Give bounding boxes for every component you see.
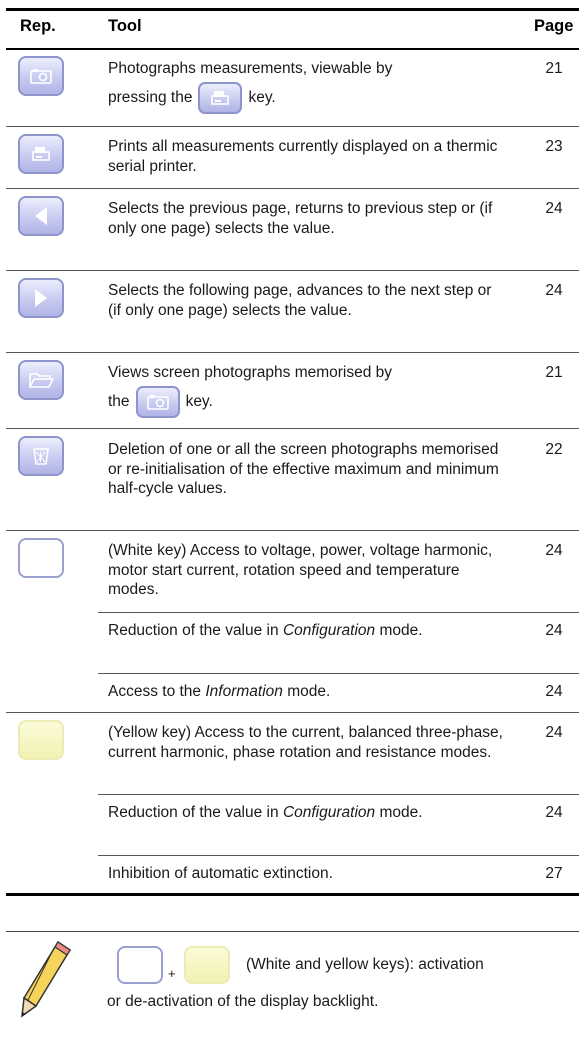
row-2-desc: Prints all measurements currently displa…	[108, 138, 498, 175]
row-separator	[6, 428, 579, 429]
note-top-rule	[6, 931, 579, 932]
row-3-desc: Selects the previous page, returns to pr…	[108, 200, 493, 237]
row-9-text-em: Information	[205, 683, 283, 700]
folder-key-icon	[18, 360, 64, 400]
row-8-page: 24	[545, 622, 563, 639]
trash-key-icon	[18, 436, 64, 476]
row-8-desc: Reduction of the value in Configuration …	[108, 621, 508, 641]
row-separator	[6, 352, 579, 353]
table-bottom-rule	[6, 893, 579, 896]
table-top-rule	[6, 8, 579, 11]
row-separator	[98, 855, 579, 856]
row-separator	[6, 188, 579, 189]
row-separator	[98, 673, 579, 674]
row-11-text-post: mode.	[379, 804, 423, 821]
row-6-desc: Deletion of one or all the screen photog…	[108, 441, 499, 497]
row-9-text-post: mode.	[287, 683, 331, 700]
row-12-desc: Inhibition of automatic extinction.	[108, 865, 333, 882]
row-separator	[6, 126, 579, 127]
table-header-rule	[6, 48, 579, 50]
row-9-text-pre: Access to the	[108, 683, 202, 700]
row-5-desc: Views screen photographs memorised by th…	[108, 363, 508, 418]
header-page: Page	[534, 17, 574, 35]
row-8-text-em: Configuration	[282, 622, 376, 639]
row-1-line1: Photographs measurements, viewable by	[108, 60, 393, 77]
printer-key-icon	[198, 81, 243, 114]
note-line1: (White and yellow keys): activation	[246, 956, 484, 973]
camera-key-icon	[135, 385, 180, 418]
row-separator	[6, 712, 579, 713]
row-10-desc: (Yellow key) Access to the current, bala…	[108, 724, 503, 761]
pencil-icon	[18, 940, 72, 1023]
row-separator	[98, 612, 579, 613]
row-8-text-post: mode.	[379, 622, 423, 639]
row-11-page: 24	[545, 804, 563, 821]
row-7-desc: (White key) Access to voltage, power, vo…	[108, 542, 493, 598]
row-10-page: 24	[545, 724, 563, 741]
row-12-page: 27	[545, 865, 563, 882]
yellow-key-icon	[184, 946, 230, 984]
left-arrow-key-icon	[18, 196, 64, 236]
white-key-icon	[18, 538, 64, 578]
row-4-page: 24	[545, 282, 563, 299]
row-separator	[6, 270, 579, 271]
row-11-desc: Reduction of the value in Configuration …	[108, 803, 508, 823]
row-5-line2-pre: the	[108, 392, 130, 410]
row-9-page: 24	[545, 683, 563, 700]
white-key-icon	[117, 946, 163, 984]
row-separator	[98, 794, 579, 795]
row-7-page: 24	[545, 542, 563, 559]
row-1-line2-pre: pressing the	[108, 88, 193, 106]
camera-key-icon	[18, 56, 64, 96]
note-line2: or de-activation of the display backligh…	[107, 993, 379, 1010]
row-5-line2-post: key.	[185, 392, 213, 410]
yellow-key-icon	[18, 720, 64, 760]
row-3-page: 24	[545, 200, 563, 217]
right-arrow-key-icon	[18, 278, 64, 318]
row-1-line2-post: key.	[248, 88, 276, 106]
row-6-page: 22	[545, 441, 563, 458]
row-5-page: 21	[545, 364, 563, 381]
row-4-desc: Selects the following page, advances to …	[108, 282, 492, 319]
row-11-text-em: Configuration	[282, 804, 376, 821]
row-8-text-pre: Reduction of the value in	[108, 622, 279, 639]
row-5-line1: Views screen photographs memorised by	[108, 364, 393, 381]
row-1-page: 21	[545, 60, 563, 77]
row-separator	[6, 530, 579, 531]
row-11-text-pre: Reduction of the value in	[108, 804, 279, 821]
plus-sign: +	[168, 966, 176, 981]
row-2-page: 23	[545, 138, 563, 155]
printer-key-icon	[18, 134, 64, 174]
header-tool: Tool	[108, 17, 142, 35]
row-9-desc: Access to the Information mode.	[108, 682, 508, 702]
row-1-desc: Photographs measurements, viewable by pr…	[108, 59, 508, 114]
header-rep: Rep.	[20, 17, 56, 35]
